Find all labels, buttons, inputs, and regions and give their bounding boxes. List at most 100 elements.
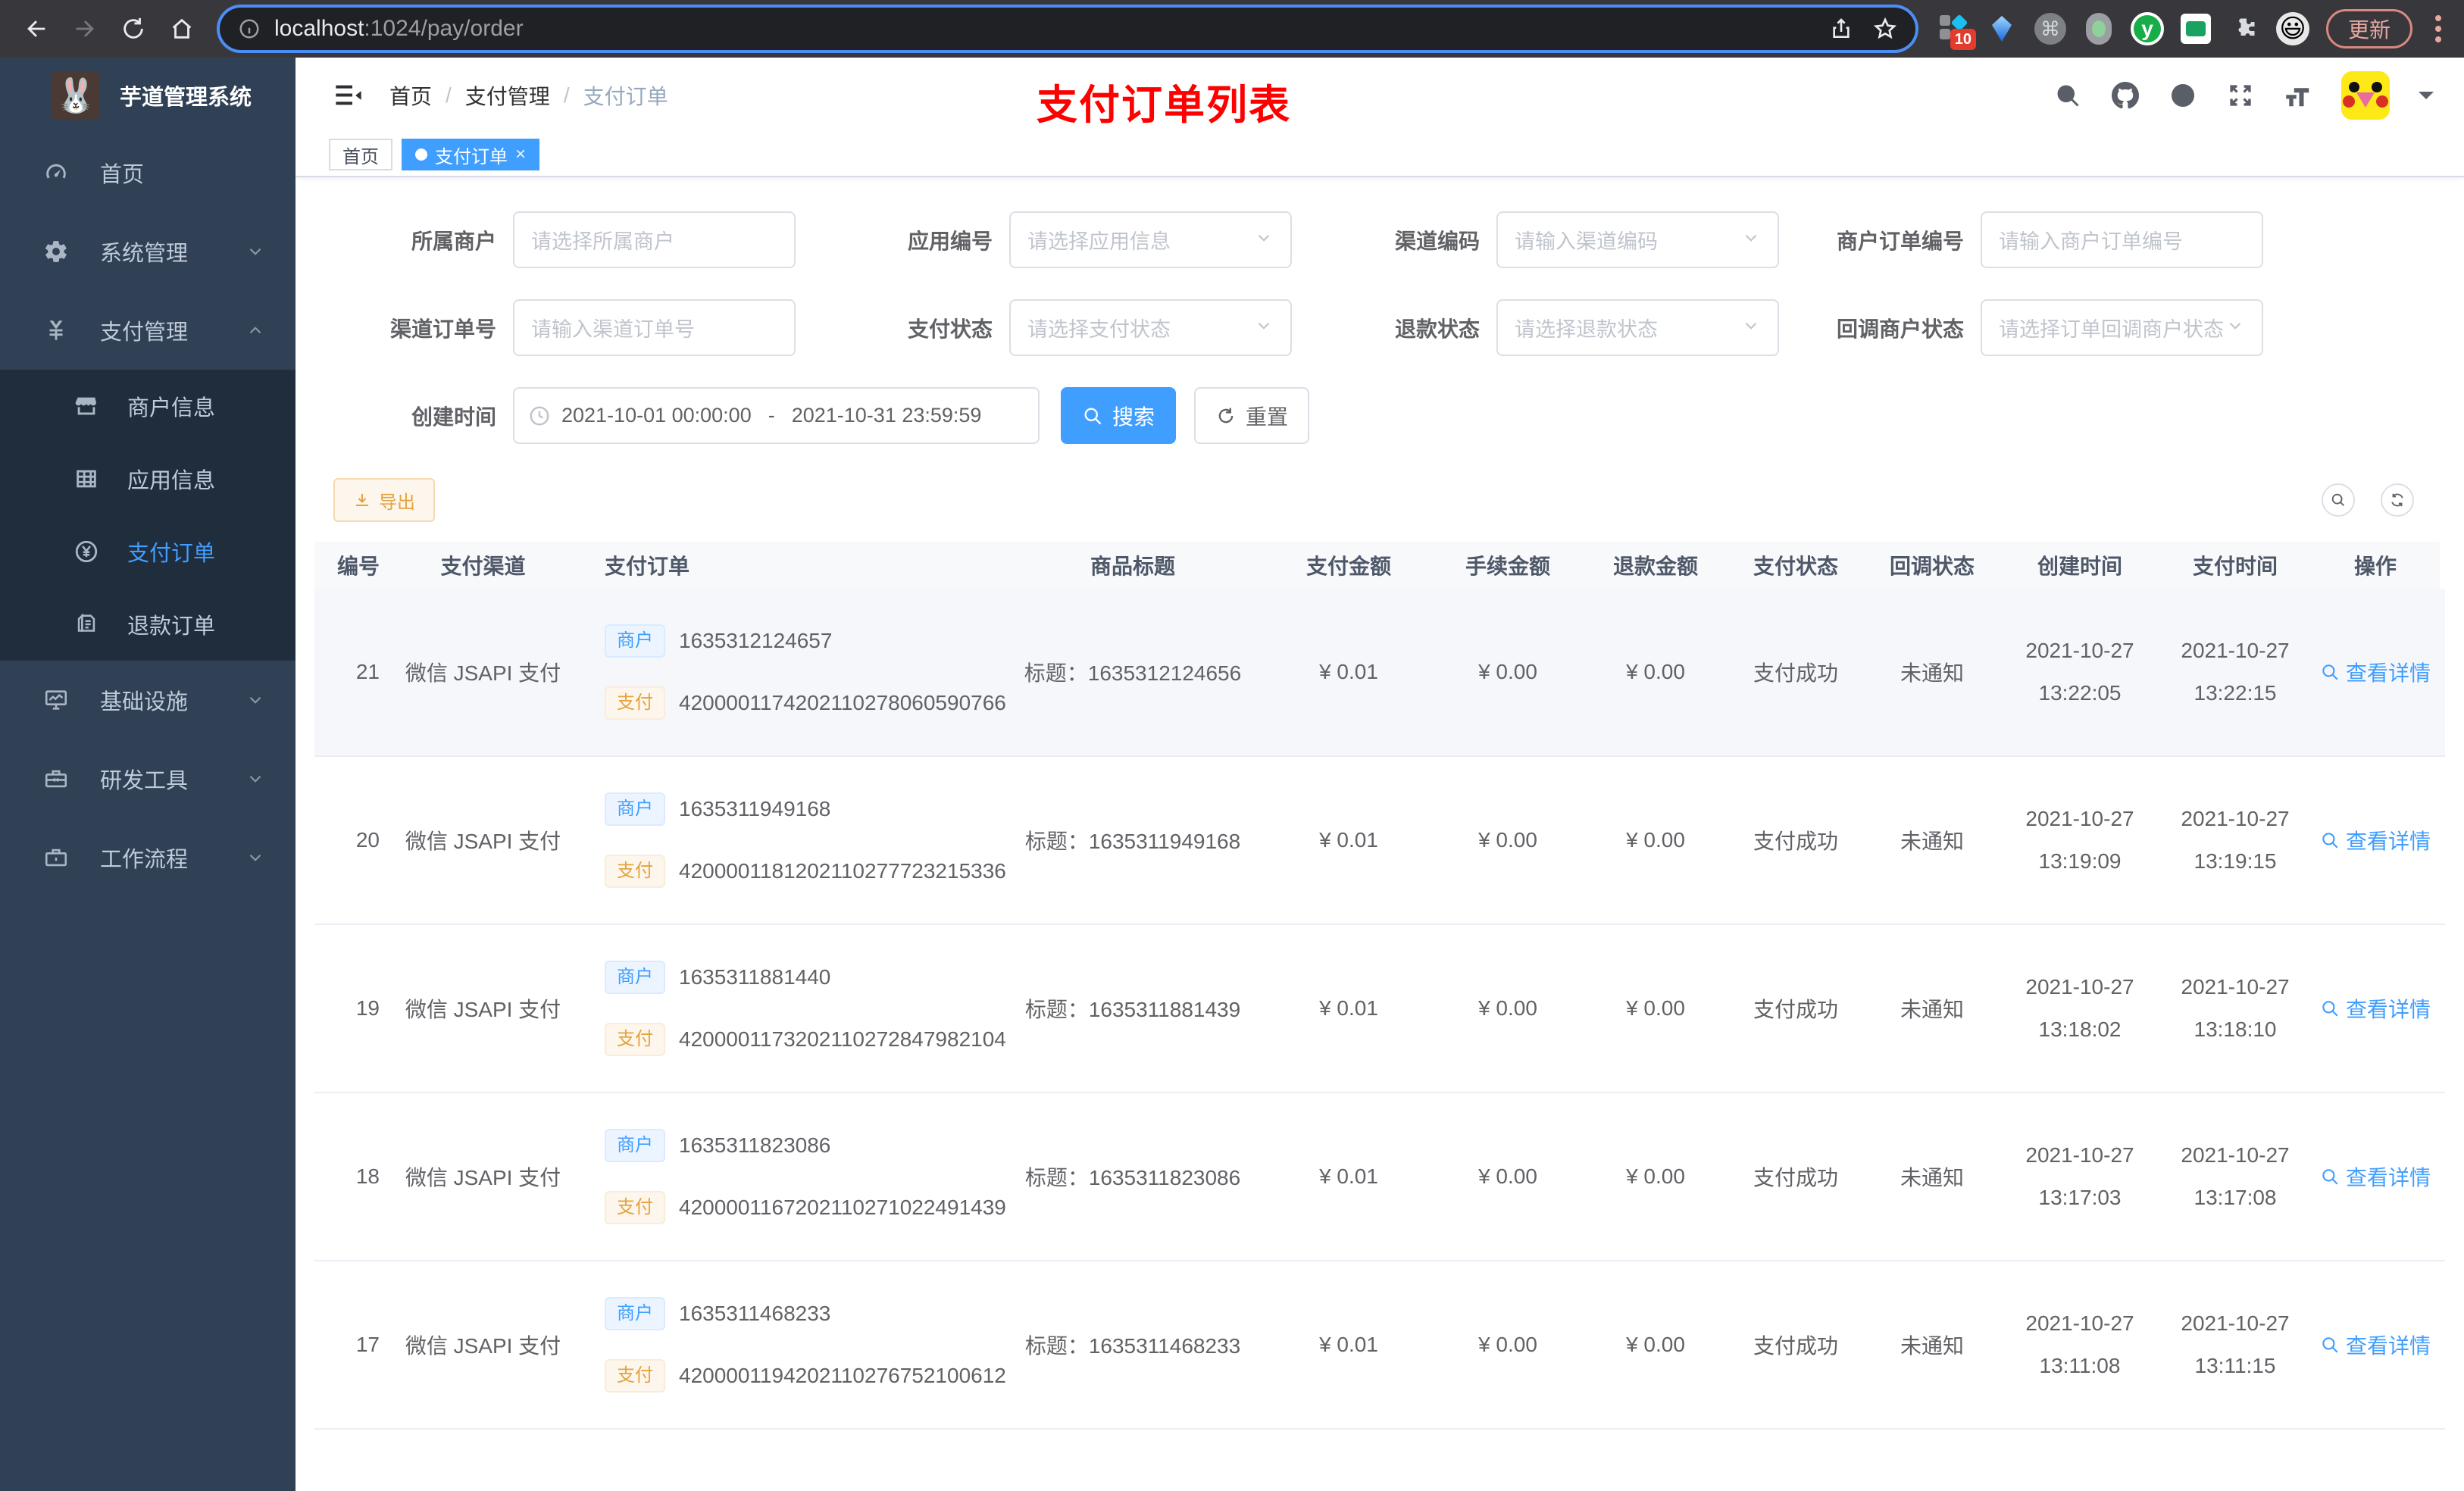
date-line: 2021-10-27 [2181,639,2290,663]
pay-order-line: 支付 4200001173202110272847982104 [605,1023,1006,1056]
tag-view-支付订单[interactable]: 支付订单 × [402,139,540,170]
filter-label: 回调商户状态 [1836,317,1964,341]
search-button[interactable]: 搜索 [1061,387,1177,444]
sidebar-fold-icon[interactable] [333,80,364,111]
blocks-extension-icon[interactable]: 10 [1937,12,1976,50]
sidebar-item-应用信息[interactable]: 应用信息 [0,442,295,515]
app-logo[interactable]: 🐰 芋道管理系统 [0,58,295,133]
tag-view-首页[interactable]: 首页 [329,139,392,170]
chat-extension-icon[interactable] [2179,12,2212,45]
column-header-操作: 操作 [2311,542,2440,589]
breadcrumb-current: 支付订单 [583,85,668,108]
filter-label: 渠道订单号 [389,317,496,341]
y-extension-icon[interactable]: y [2130,12,2164,45]
address-bar[interactable]: localhost:1024/pay/order [220,8,1915,50]
browser-reload-button[interactable] [112,8,155,50]
sidebar-item-工作流程[interactable]: 工作流程 [0,818,295,897]
sidebar-item-基础设施[interactable]: 基础设施 [0,661,295,739]
fullscreen-icon[interactable] [2226,81,2255,110]
view-detail-link[interactable]: 查看详情 [2320,1330,2431,1360]
filter-select-渠道编码[interactable]: 请输入渠道编码 [1496,211,1779,268]
view-detail-label: 查看详情 [2345,1166,2431,1189]
filter-input-商户订单编号[interactable]: 请输入商户订单编号 [1981,211,2263,268]
filter-field-所属商户: 所属商户 请选择所属商户 [333,211,796,268]
pay-tag: 支付 [605,1359,665,1393]
pin-extension-icon[interactable] [2082,12,2115,45]
header-search-icon[interactable] [2053,81,2082,110]
view-detail-link[interactable]: 查看详情 [2320,825,2431,855]
github-icon[interactable] [2111,81,2140,110]
extensions-puzzle-icon[interactable] [2228,12,2261,45]
merchant-order-line: 商户 1635311949168 [605,792,830,826]
gem-extension-icon[interactable] [1985,12,2018,45]
input-placeholder: 请输入渠道订单号 [531,318,695,341]
download-icon [356,494,368,506]
sidebar-item-label: 退款订单 [127,614,216,639]
filter-label: 支付状态 [907,317,993,341]
export-button[interactable]: 导出 [333,478,435,522]
logo-rabbit-image: 🐰 [52,71,100,120]
table-toolbar: 导出 [333,478,2434,522]
emoji-extension-icon[interactable]: 😃 [2275,12,2309,45]
cell-actions [2311,1430,2440,1491]
refresh-table-button[interactable] [2381,483,2414,517]
sidebar-item-研发工具[interactable]: 研发工具 [0,739,295,818]
tag-close-icon[interactable]: × [515,145,526,164]
browser-home-button[interactable] [161,8,203,50]
view-detail-link[interactable]: 查看详情 [2320,657,2431,687]
cell-channel: 微信 JSAPI 支付 [405,830,561,853]
view-detail-label: 查看详情 [2345,661,2431,685]
input-placeholder: 请选择支付状态 [1027,318,1171,341]
help-icon[interactable] [2169,81,2197,110]
pay-tag: 支付 [605,686,665,720]
tags-view-bar: 首页 支付订单 × [295,133,2464,177]
cell-id: 20 [355,828,380,852]
command-extension-icon[interactable]: ⌘ [2034,12,2067,45]
view-detail-link[interactable]: 查看详情 [2320,993,2431,1024]
filter-select-应用编号[interactable]: 请选择应用信息 [1009,211,1292,268]
filter-input-所属商户[interactable]: 请选择所属商户 [513,211,796,268]
create-time-range-picker[interactable]: 2021-10-01 00:00:00 - 2021-10-31 23:59:5… [513,387,1040,444]
toggle-search-button[interactable] [2322,483,2355,517]
sidebar-item-首页[interactable]: 首页 [0,133,295,212]
sidebar-item-label: 商户信息 [127,396,216,420]
gear-icon [42,238,70,265]
sidebar-item-退款订单[interactable]: 退款订单 [0,588,295,661]
site-info-icon[interactable] [238,17,261,40]
filter-select-回调商户状态[interactable]: 请选择订单回调商户状态 [1981,299,2263,356]
view-detail-link[interactable]: 查看详情 [2320,1161,2431,1192]
share-icon[interactable] [1829,17,1853,41]
browser-menu-icon[interactable] [2435,15,2441,42]
sidebar-item-商户信息[interactable]: 商户信息 [0,370,295,442]
avatar-caret-icon[interactable] [2419,92,2434,107]
view-detail-label: 查看详情 [2345,998,2431,1021]
filter-field-商户订单编号: 商户订单编号 请输入商户订单编号 [1801,211,2263,268]
sidebar-item-支付管理[interactable]: 支付管理 [0,291,295,370]
date-line: 2021-10-27 [2181,975,2290,999]
sidebar-item-label: 基础设施 [100,690,189,714]
cell-fee: ¥ 0.00 [1478,828,1537,852]
breadcrumb-pay[interactable]: 支付管理 [465,80,550,111]
filter-select-退款状态[interactable]: 请选择退款状态 [1496,299,1779,356]
filter-select-支付状态[interactable]: 请选择支付状态 [1009,299,1292,356]
sidebar-item-系统管理[interactable]: 系统管理 [0,212,295,291]
browser-chrome: localhost:1024/pay/order 10 ⌘ y 😃 更新 [0,0,2464,58]
time-line: 13:19:09 [2038,849,2122,873]
browser-update-button[interactable]: 更新 [2325,9,2412,48]
sidebar-item-支付订单[interactable]: 支付订单 [0,515,295,588]
column-header-退款金额: 退款金额 [1584,542,1728,589]
browser-forward-button[interactable] [64,8,106,50]
cell-id: 19 [355,996,380,1020]
user-avatar[interactable] [2341,71,2390,120]
reset-button[interactable]: 重置 [1194,387,1310,444]
briefcase-icon [42,844,70,871]
cell-actions: 查看详情 [2311,589,2440,755]
filter-input-渠道订单号[interactable]: 请输入渠道订单号 [513,299,796,356]
browser-back-button[interactable] [15,8,58,50]
breadcrumb-home[interactable]: 首页 [389,80,432,111]
merchant-tag: 商户 [605,624,665,658]
bookmark-star-icon[interactable] [1873,17,1897,41]
url-text: localhost:1024/pay/order [274,16,524,41]
chevron-down-icon [1741,316,1761,339]
font-size-icon[interactable] [2284,81,2312,110]
